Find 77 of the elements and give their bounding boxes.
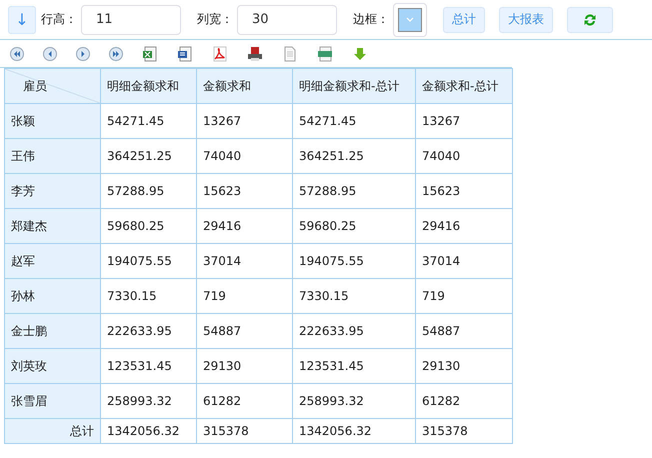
refresh-icon: [582, 12, 598, 28]
table-cell: 29416: [416, 208, 512, 244]
chevron-down-icon: [405, 16, 415, 22]
previous-page-icon[interactable]: [43, 46, 57, 60]
table-cell: 15623: [416, 174, 512, 208]
row-header-cell: 李芳: [4, 174, 100, 208]
first-page-icon[interactable]: [10, 46, 24, 60]
row-header-cell: 金士鹏: [4, 314, 100, 348]
pdf-icon[interactable]: [212, 46, 228, 62]
column-header: 明细金额求和: [100, 68, 196, 104]
column-header: 金额求和-总计: [416, 68, 512, 104]
table-cell: 37014: [196, 244, 292, 278]
table-cell: 222633.95: [292, 314, 416, 348]
download-icon[interactable]: [352, 46, 368, 62]
refresh-button[interactable]: [567, 6, 613, 32]
row-header-cell: 张雪眉: [4, 384, 100, 418]
csv-icon[interactable]: [317, 46, 333, 62]
row-header-cell: 孙林: [4, 278, 100, 314]
word-icon[interactable]: [177, 46, 193, 62]
table-cell: 364251.25: [292, 138, 416, 174]
table-cell: 54887: [416, 314, 512, 348]
total-cell: 1342056.32: [100, 418, 196, 444]
column-width-label: 列宽：: [197, 11, 233, 28]
next-page-icon[interactable]: [76, 46, 90, 60]
table-cell: 15623: [196, 174, 292, 208]
toolbar-button[interactable]: 总计: [443, 6, 485, 32]
table-cell: 57288.95: [100, 174, 196, 208]
excel-icon[interactable]: [142, 46, 158, 62]
table-cell: 13267: [196, 104, 292, 138]
table-cell: 194075.55: [100, 244, 196, 278]
border-label: 边框：: [353, 11, 389, 28]
table-cell: 59680.25: [292, 208, 416, 244]
table-cell: 364251.25: [100, 138, 196, 174]
column-width-field[interactable]: 30: [237, 4, 337, 34]
table-cell: 123531.45: [292, 348, 416, 384]
total-label-cell: 总计: [4, 418, 100, 444]
printer-icon[interactable]: [247, 46, 263, 62]
table-cell: 74040: [416, 138, 512, 174]
table-cell: 719: [196, 278, 292, 314]
table-cell: 719: [416, 278, 512, 314]
table-cell: 13267: [416, 104, 512, 138]
table-cell: 61282: [196, 384, 292, 418]
column-header: 明细金额求和-总计: [292, 68, 416, 104]
table-cell: 29130: [196, 348, 292, 384]
row-header-cell: 刘英玫: [4, 348, 100, 384]
row-height-field[interactable]: 11: [81, 4, 181, 34]
table-cell: 7330.15: [100, 278, 196, 314]
border-color-picker[interactable]: [393, 2, 427, 36]
table-cell: 258993.32: [100, 384, 196, 418]
total-cell: 315378: [416, 418, 512, 444]
table-cell: 29130: [416, 348, 512, 384]
table-cell: 57288.95: [292, 174, 416, 208]
row-height-label: 行高：: [41, 11, 77, 28]
column-header: 金额求和: [196, 68, 292, 104]
row-header-cell: 赵军: [4, 244, 100, 278]
table-cell: 59680.25: [100, 208, 196, 244]
table-cell: 194075.55: [292, 244, 416, 278]
table-cell: 37014: [416, 244, 512, 278]
row-header-cell: 郑建杰: [4, 208, 100, 244]
corner-header-cell: 雇员: [4, 68, 100, 104]
table-cell: 123531.45: [100, 348, 196, 384]
row-header-cell: 张颖: [4, 104, 100, 138]
table-cell: 54271.45: [100, 104, 196, 138]
table-cell: 54887: [196, 314, 292, 348]
table-cell: 29416: [196, 208, 292, 244]
total-cell: 315378: [196, 418, 292, 444]
table-cell: 54271.45: [292, 104, 416, 138]
table-cell: 258993.32: [292, 384, 416, 418]
sort-button[interactable]: ↓: [8, 6, 36, 34]
table-cell: 222633.95: [100, 314, 196, 348]
toolbar-button[interactable]: 大报表: [499, 6, 553, 32]
table-cell: 7330.15: [292, 278, 416, 314]
table-cell: 74040: [196, 138, 292, 174]
table-cell: 61282: [416, 384, 512, 418]
last-page-icon[interactable]: [109, 46, 123, 60]
row-header-cell: 王伟: [4, 138, 100, 174]
total-cell: 1342056.32: [292, 418, 416, 444]
